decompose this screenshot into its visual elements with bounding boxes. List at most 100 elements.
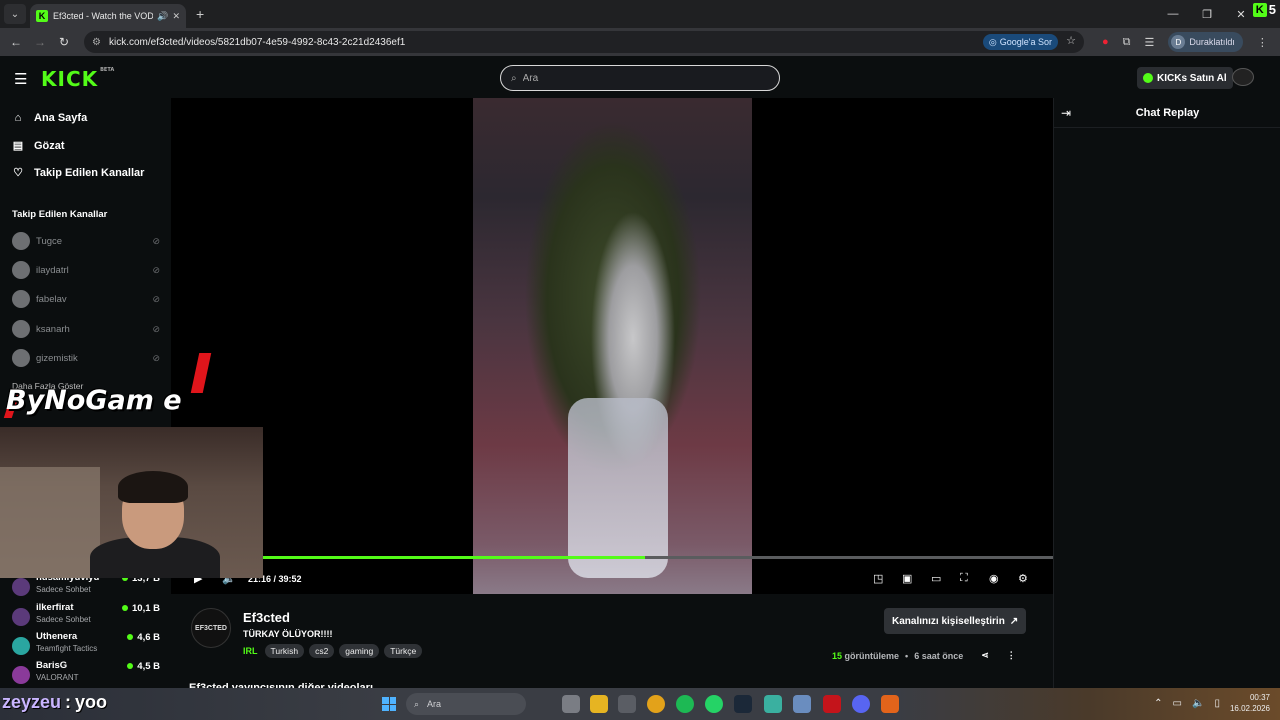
theater-mode-icon[interactable]: ▭ (931, 572, 941, 585)
google-lens-icon: ◎ (988, 36, 997, 47)
video-title: TÜRKAY ÖLÜYOR!!!! (243, 629, 333, 639)
url-text: kick.com/ef3cted/videos/5821db07-4e59-49… (108, 36, 406, 48)
address-bar[interactable]: ⚙ kick.com/ef3cted/videos/5821db07-4e59-… (84, 31, 1084, 53)
player-controls: ▶ 🔈 21:16 / 39:52 ◳ ▣ ▭ ⛶ ◉ ⚙ (171, 570, 1053, 590)
netflix-icon[interactable] (823, 695, 841, 713)
channel-avatar[interactable]: EF3CTED (191, 608, 231, 648)
browse-icon: ▤ (12, 140, 24, 152)
followed-channel[interactable]: gizemistik ⊘ (12, 348, 160, 368)
menu-icon[interactable]: ☰ (14, 70, 27, 88)
tab-close-icon[interactable]: ✕ (172, 11, 180, 22)
sidebar-item-following[interactable]: ♡ Takip Edilen Kanallar (12, 166, 144, 180)
recommended-channel[interactable]: ilkerfirat Sadece Sohbet 10,1 B (12, 602, 160, 630)
offline-icon: ⊘ (152, 235, 160, 246)
spotify-icon[interactable] (676, 695, 694, 713)
tag-list: IRL Turkish cs2 gaming Türkçe (243, 644, 423, 658)
share-icon[interactable]: ⋖ (981, 650, 989, 661)
forward-button[interactable]: → (28, 35, 52, 49)
reading-list-icon[interactable]: ☰ (1145, 36, 1155, 49)
followed-channel[interactable]: Tugce ⊘ (12, 231, 160, 251)
profile-button[interactable]: D Duraklatıldı (1168, 32, 1243, 52)
video-player[interactable]: ▶ 🔈 21:16 / 39:52 ◳ ▣ ▭ ⛶ ◉ ⚙ (171, 98, 1053, 594)
followed-channel[interactable]: ilaydatrl ⊘ (12, 260, 160, 280)
chrome-icon[interactable] (647, 695, 665, 713)
tag-chip[interactable]: Turkish (264, 644, 305, 658)
fullscreen-icon[interactable]: ⛶ (960, 572, 968, 585)
search-input[interactable] (522, 72, 743, 84)
browser-tab[interactable]: K Ef3cted - Watch the VOD o 🔊 ✕ (30, 4, 186, 28)
google-ask-button[interactable]: ◎ Google'a Sor (982, 34, 1058, 50)
store-icon[interactable] (618, 695, 636, 713)
followed-channel[interactable]: fabelav ⊘ (12, 289, 160, 309)
home-icon: ⌂ (14, 112, 22, 124)
recommended-channel[interactable]: Uthenera Teamfight Tactics 4,6 B (12, 631, 160, 659)
sidebar-item-home[interactable]: ⌂ Ana Sayfa (12, 112, 88, 124)
tag-chip[interactable]: Türkçe (384, 644, 423, 658)
chat-separator: : (65, 692, 72, 712)
search-box[interactable]: ⌕ (500, 65, 780, 91)
battery-icon[interactable]: ▯ (1214, 698, 1220, 709)
sidebar-item-label: Ana Sayfa (34, 112, 88, 124)
kick-favicon-icon: K (36, 10, 48, 22)
reload-button[interactable]: ↻ (52, 35, 76, 49)
minimize-button[interactable]: — (1156, 8, 1190, 20)
extensions-puzzle-icon[interactable]: ⧉ (1123, 36, 1131, 49)
clip-icon[interactable]: ▣ (902, 572, 912, 585)
kick-logo[interactable]: KICK BETA (41, 67, 114, 91)
avatar (12, 349, 30, 367)
browser-tab-bar: ⌄ K Ef3cted - Watch the VOD o 🔊 ✕ + — ❐ … (0, 0, 1280, 28)
offline-icon: ⊘ (152, 352, 160, 363)
followed-channels-title: Takip Edilen Kanallar (12, 209, 108, 220)
kicks-coin-icon (1143, 73, 1153, 83)
site-info-icon[interactable]: ⚙ (92, 37, 101, 48)
app-icon[interactable] (764, 695, 782, 713)
tag-chip[interactable]: cs2 (309, 644, 335, 658)
network-icon[interactable]: ▭ (1173, 698, 1182, 709)
channel-name[interactable]: Ef3cted (243, 610, 290, 625)
file-explorer-icon[interactable] (590, 695, 608, 713)
clock-date: 16.02.2026 (1229, 704, 1270, 713)
playback-speed-icon[interactable]: ◉ (989, 572, 999, 585)
sponsor-logo: ByNoGam e (6, 385, 182, 416)
app-icon[interactable] (881, 695, 899, 713)
customize-channel-button[interactable]: Kanalınızı kişiselleştirin ↗ (884, 608, 1027, 634)
sidebar-item-browse[interactable]: ▤ Gözat (12, 139, 65, 153)
buy-kicks-button[interactable]: KICKs Satın Al (1137, 67, 1233, 89)
browser-menu-icon[interactable]: ⋮ (1257, 36, 1268, 49)
app-icon[interactable] (793, 695, 811, 713)
category-link[interactable]: IRL (243, 646, 258, 656)
restore-button[interactable]: ❐ (1190, 8, 1224, 21)
channel-category: Teamfight Tactics (36, 644, 98, 653)
channel-name: ilaydatrl (36, 264, 69, 276)
tag-chip[interactable]: gaming (339, 644, 380, 658)
opera-extension-icon[interactable]: ● (1102, 36, 1109, 48)
followed-channel[interactable]: ksanarh ⊘ (12, 319, 160, 339)
volume-tray-icon[interactable]: 🔈 (1192, 698, 1204, 709)
whatsapp-icon[interactable] (705, 695, 723, 713)
view-count-label: görüntüleme (844, 650, 900, 661)
speaker-icon[interactable]: 🔊 (157, 11, 168, 22)
tray-chevron-icon[interactable]: ⌃ (1154, 698, 1162, 709)
bookmark-star-icon[interactable]: ☆ (1066, 34, 1076, 47)
miniplayer-icon[interactable]: ◳ (873, 572, 883, 585)
channel-name: gizemistik (36, 352, 78, 364)
windows-start-icon[interactable] (382, 697, 396, 711)
steam-icon[interactable] (734, 695, 752, 713)
task-view-icon[interactable] (562, 695, 580, 713)
tab-search-button[interactable]: ⌄ (4, 4, 26, 24)
viewer-count: 10,1 B (122, 603, 160, 614)
more-options-icon[interactable]: ⋮ (1007, 650, 1016, 661)
back-button[interactable]: ← (4, 35, 28, 49)
google-ask-label: Google'a Sor (999, 37, 1052, 47)
settings-gear-icon[interactable]: ⚙ (1018, 572, 1028, 585)
clock[interactable]: 00:37 16.02.2026 (1230, 692, 1270, 714)
progress-bar[interactable] (263, 556, 1053, 559)
taskbar-search[interactable]: ⌕ Ara (406, 693, 526, 715)
search-icon: ⌕ (414, 698, 420, 709)
user-avatar[interactable] (1232, 68, 1254, 86)
video-stats: 15 görüntüleme • 6 saat önce ⋖ ⋮ (832, 650, 1016, 661)
recommended-channel[interactable]: BarisG VALORANT 4,5 B (12, 660, 160, 688)
discord-icon[interactable] (852, 695, 870, 713)
new-tab-button[interactable]: + (196, 6, 204, 22)
logo-text: KICK (41, 67, 99, 91)
